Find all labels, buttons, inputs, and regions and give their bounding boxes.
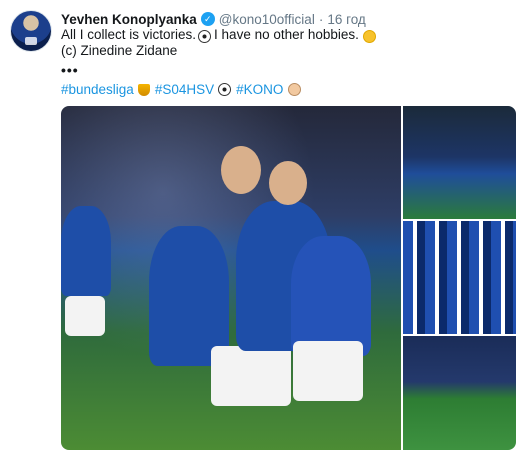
hashtag-row: #bundesliga #S04HSV #KONO xyxy=(61,82,302,97)
quote-attribution: (c) Zinedine Zidane xyxy=(61,43,178,58)
winking-face-icon xyxy=(362,29,376,43)
player-shorts xyxy=(65,296,105,336)
tweet-text: All I collect is victories. I have no ot… xyxy=(61,27,376,59)
tweet-media-grid xyxy=(61,106,516,450)
hashtag-s04hsv[interactable]: #S04HSV xyxy=(155,82,214,97)
player-shorts xyxy=(293,341,363,401)
tweet-text-part2: I have no other hobbies. xyxy=(214,27,359,42)
man-face-icon xyxy=(288,83,302,96)
media-photo-4[interactable] xyxy=(403,336,516,450)
trophy-icon xyxy=(137,83,150,96)
soccer-ball-icon xyxy=(218,83,232,96)
separator: · xyxy=(318,11,324,27)
more-icon[interactable]: ••• xyxy=(61,62,79,78)
hashtag-bundesliga[interactable]: #bundesliga xyxy=(61,82,134,97)
player-shorts xyxy=(211,346,291,406)
author-name[interactable]: Yevhen Konoplyanka xyxy=(61,12,197,27)
profile-avatar[interactable] xyxy=(10,10,52,52)
player-figure xyxy=(61,206,111,296)
media-photo-main[interactable] xyxy=(61,106,401,450)
timestamp[interactable]: 16 год xyxy=(327,12,365,27)
hashtag-kono[interactable]: #KONO xyxy=(236,82,283,97)
tweet: Yevhen Konoplyanka ✓ @kono10official · 1… xyxy=(0,0,517,450)
player-head xyxy=(221,146,261,194)
media-photo-3[interactable] xyxy=(403,221,516,334)
verified-badge-icon: ✓ xyxy=(200,12,215,26)
player-figure xyxy=(291,236,371,356)
soccer-ball-icon xyxy=(198,29,212,43)
media-photo-2[interactable] xyxy=(403,106,516,219)
tweet-header: Yevhen Konoplyanka ✓ @kono10official · 1… xyxy=(61,10,366,28)
player-head xyxy=(269,161,307,205)
author-handle[interactable]: @kono10official xyxy=(219,12,315,27)
player-figure xyxy=(149,226,229,366)
tweet-text-part1: All I collect is victories. xyxy=(61,27,197,42)
